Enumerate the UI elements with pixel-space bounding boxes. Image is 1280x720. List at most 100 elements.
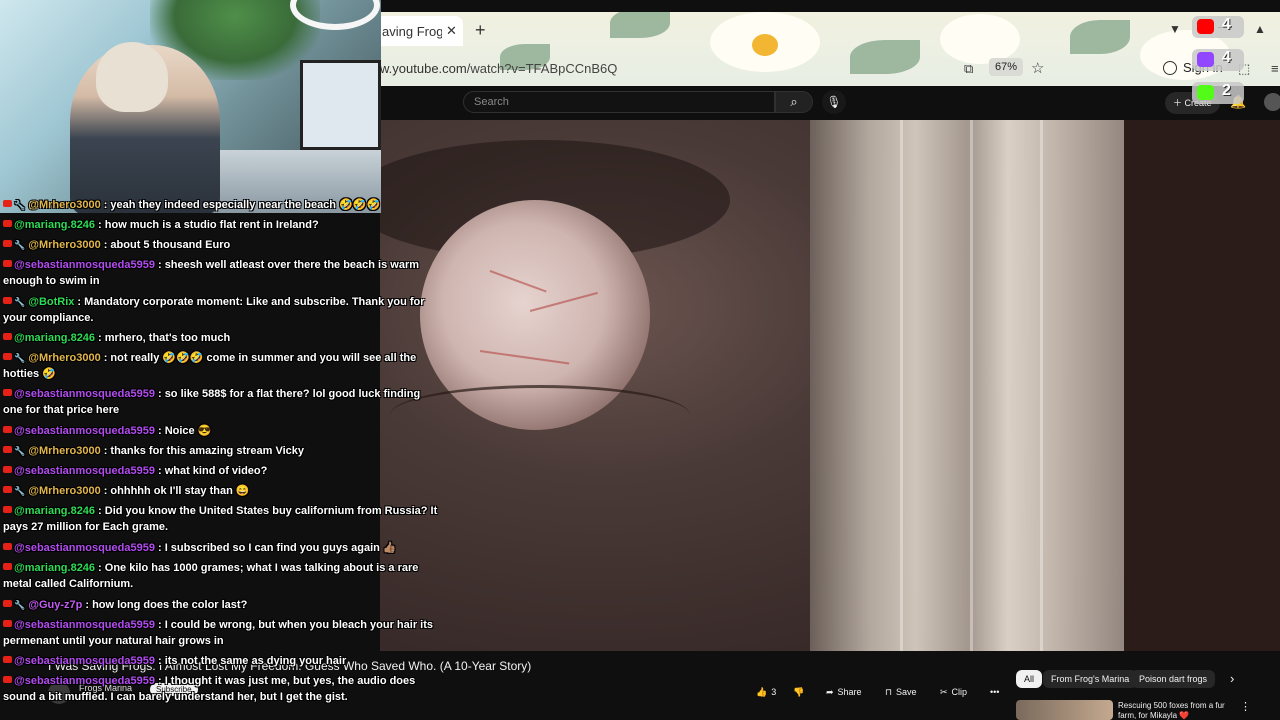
youtube-badge-icon xyxy=(3,446,12,453)
chat-username[interactable]: @Mrhero3000 xyxy=(28,352,100,364)
twitch-viewer-count: 4 xyxy=(1222,49,1231,66)
avatar[interactable] xyxy=(1264,93,1280,111)
chat-username[interactable]: @sebastianmosqueda5959 xyxy=(14,259,155,271)
share-icon: ➦ xyxy=(826,686,834,697)
chat-username[interactable]: @sebastianmosqueda5959 xyxy=(14,655,155,667)
browser-menu-icon[interactable]: ≡ xyxy=(1271,61,1279,76)
moderator-wrench-icon: 🔧 xyxy=(14,486,26,496)
webcam-streamer-hair xyxy=(96,42,168,112)
more-actions-icon[interactable]: ••• xyxy=(990,683,999,701)
chevron-right-icon[interactable]: › xyxy=(1230,671,1234,686)
address-bar[interactable]: w.youtube.com/watch?v=TFABpCCnB6Q ⧉ 67% … xyxy=(380,56,1280,82)
search-input[interactable]: Search xyxy=(463,91,775,113)
search-icon[interactable]: ⌕ xyxy=(775,91,813,113)
chip-all[interactable]: All xyxy=(1016,670,1043,688)
chat-message: @sebastianmosqueda5959: what kind of vid… xyxy=(3,463,440,479)
chat-text: : its not the same as dying your hair xyxy=(157,655,347,667)
chat-message: 🔧 @BotRix: Mandatory corporate moment: Li… xyxy=(3,294,440,326)
chat-message: 🔧 @Mrhero3000: about 5 thousand Euro xyxy=(3,237,440,253)
chat-username[interactable]: @mariang.8246 xyxy=(14,332,95,344)
chat-username[interactable]: @mariang.8246 xyxy=(14,505,95,517)
thumbs-down-icon: 👎 xyxy=(793,686,805,697)
moderator-wrench-icon: 🔧 xyxy=(14,297,26,307)
window-chevron-up-icon[interactable]: ▲ xyxy=(1254,22,1266,36)
webcam-overlay xyxy=(0,0,381,213)
youtube-badge-icon xyxy=(3,563,12,570)
moderator-wrench-icon: 🔧 xyxy=(14,600,26,610)
youtube-badge-icon xyxy=(3,656,12,663)
youtube-badge-icon xyxy=(3,506,12,513)
url-field[interactable]: w.youtube.com/watch?v=TFABpCCnB6Q xyxy=(380,61,617,76)
youtube-badge-icon xyxy=(3,543,12,550)
chat-username[interactable]: @Mrhero3000 xyxy=(28,199,100,211)
chat-message: @sebastianmosqueda5959: its not the same… xyxy=(3,653,440,669)
chat-text: : about 5 thousand Euro xyxy=(103,239,231,251)
tab-title: aving Frogs xyxy=(382,23,442,39)
youtube-badge-icon xyxy=(3,240,12,247)
chat-text: : I subscribed so I can find you guys ag… xyxy=(157,542,397,554)
url-path: /watch?v=TFABpCCnB6Q xyxy=(466,61,618,76)
chat-username[interactable]: @mariang.8246 xyxy=(14,562,95,574)
recommended-title[interactable]: Rescuing 500 foxes from a fur farm, for … xyxy=(1118,701,1233,720)
share-button[interactable]: ➦ Share xyxy=(826,683,862,701)
youtube-badge-icon xyxy=(3,620,12,627)
browser-tab-active[interactable]: aving Frogs ✕ xyxy=(380,16,463,46)
chat-username[interactable]: @Mrhero3000 xyxy=(28,485,100,497)
recommended-thumbnail[interactable] xyxy=(1016,700,1113,720)
bookmark-star-icon[interactable]: ☆ xyxy=(1031,59,1044,77)
chat-username[interactable]: @Guy-z7p xyxy=(28,599,82,611)
chat-message: @sebastianmosqueda5959: Noice 😎 xyxy=(3,423,440,439)
clip-button[interactable]: ✂ Clip xyxy=(940,683,967,701)
chip-poison-dart-frogs[interactable]: Poison dart frogs xyxy=(1131,670,1216,688)
decor-leaf xyxy=(610,8,670,38)
chip-from-channel[interactable]: From Frog's Marina xyxy=(1043,670,1138,688)
decor-flower-core xyxy=(752,34,778,56)
chat-text: : how long does the color last? xyxy=(85,599,248,611)
like-button[interactable]: 👍 3 xyxy=(756,683,776,701)
youtube-badge-icon xyxy=(3,466,12,473)
chat-username[interactable]: @sebastianmosqueda5959 xyxy=(14,388,155,400)
chat-message: @mariang.8246: mrhero, that's too much xyxy=(3,330,440,346)
microphone-icon[interactable]: 🎙 xyxy=(822,90,846,114)
recommended-more-icon[interactable]: ⋮ xyxy=(1240,700,1251,713)
video-frame-hair-streak xyxy=(970,120,973,651)
chat-username[interactable]: @sebastianmosqueda5959 xyxy=(14,619,155,631)
webcam-monitor xyxy=(300,60,381,150)
chat-username[interactable]: @Mrhero3000 xyxy=(28,239,100,251)
chat-message: @mariang.8246: how much is a studio flat… xyxy=(3,217,440,233)
moderator-wrench-icon: 🔧 xyxy=(14,446,26,456)
youtube-badge-icon xyxy=(3,333,12,340)
youtube-badge-icon xyxy=(3,676,12,683)
kick-viewer-counter: 2 xyxy=(1192,82,1244,104)
save-label: Save xyxy=(896,687,917,697)
chat-text: : ohhhhh ok I'll stay than 😄 xyxy=(103,485,250,497)
chat-username[interactable]: @mariang.8246 xyxy=(14,219,95,231)
youtube-badge-icon xyxy=(3,600,12,607)
moderator-wrench-icon: 🔧 xyxy=(14,240,26,250)
chat-username[interactable]: @sebastianmosqueda5959 xyxy=(14,542,155,554)
chat-username[interactable]: @sebastianmosqueda5959 xyxy=(14,425,155,437)
chat-username[interactable]: @BotRix xyxy=(28,296,74,308)
zoom-level-badge[interactable]: 67% xyxy=(989,58,1024,76)
chat-message: 🔧 @Mrhero3000: thanks for this amazing st… xyxy=(3,443,440,459)
youtube-badge-icon xyxy=(3,260,12,267)
youtube-badge-icon xyxy=(3,200,12,207)
picture-in-picture-icon[interactable]: ⧉ xyxy=(964,61,973,77)
new-tab-button[interactable]: + xyxy=(475,20,486,41)
chat-message: @sebastianmosqueda5959: so like 588$ for… xyxy=(3,386,440,418)
twitch-viewer-counter: 4 xyxy=(1192,49,1244,71)
url-host: w.youtube.com xyxy=(380,61,467,76)
chat-text: : yeah they indeed especially near the b… xyxy=(103,199,381,211)
tab-close-icon[interactable]: ✕ xyxy=(446,23,457,39)
chat-text: : mrhero, that's too much xyxy=(98,332,231,344)
video-player[interactable] xyxy=(380,120,1125,651)
chat-username[interactable]: @sebastianmosqueda5959 xyxy=(14,465,155,477)
tab-list-chevron-icon[interactable]: ▼ xyxy=(1169,22,1181,36)
kick-viewer-count: 2 xyxy=(1222,82,1231,99)
chat-username[interactable]: @Mrhero3000 xyxy=(28,445,100,457)
video-side-area xyxy=(1124,120,1280,651)
dislike-button[interactable]: 👎 xyxy=(793,683,804,701)
save-button[interactable]: ⊓ Save xyxy=(885,683,917,701)
chat-username[interactable]: @sebastianmosqueda5959 xyxy=(14,675,155,687)
chat-message: 🔧 @Mrhero3000: ohhhhh ok I'll stay than 😄 xyxy=(3,483,440,499)
